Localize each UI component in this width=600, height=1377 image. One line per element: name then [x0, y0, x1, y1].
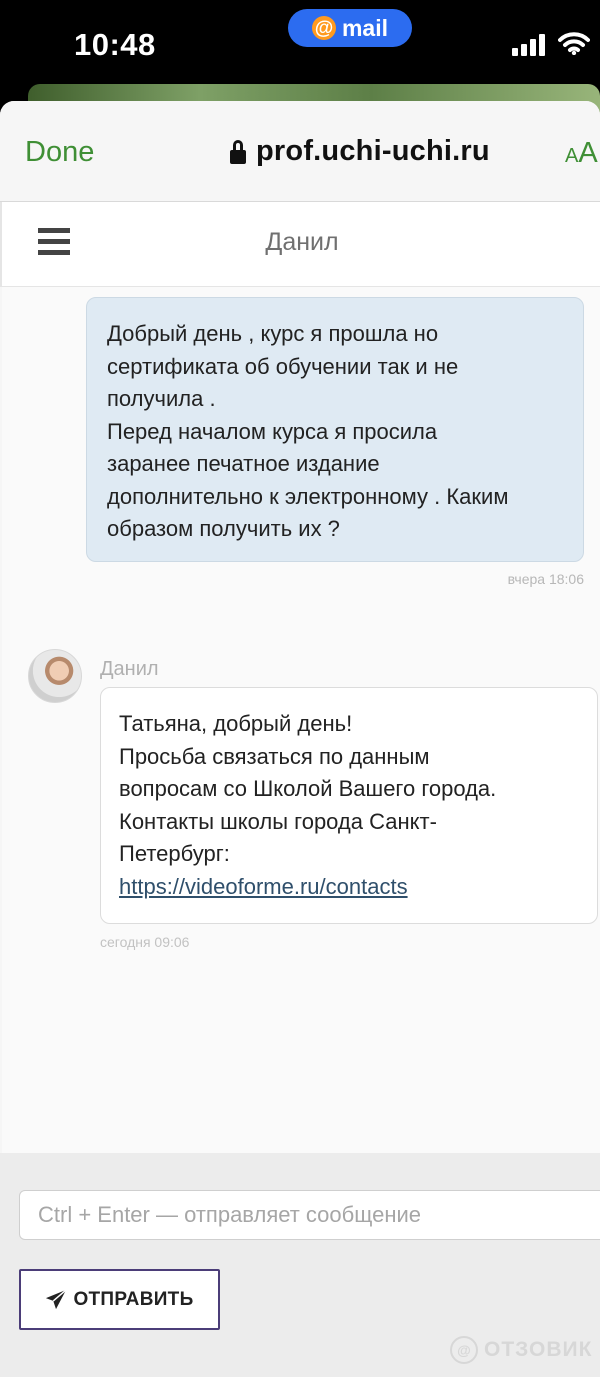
incoming-message-time: сегодня 09:06: [100, 934, 190, 950]
status-bar: 10:48 @ mail: [0, 0, 600, 84]
avatar: [28, 649, 82, 703]
message-line: Просьба связаться по данным: [119, 743, 430, 769]
outgoing-message-time: вчера 18:06: [507, 571, 584, 587]
otzovik-watermark: @ ОТЗОВИК: [450, 1336, 592, 1364]
address-bar[interactable]: prof.uchi-uchi.ru: [230, 135, 490, 168]
message-input[interactable]: [19, 1190, 600, 1240]
browser-toolbar: Done prof.uchi-uchi.ru AA: [0, 101, 600, 202]
text-size-small-glyph: A: [565, 145, 579, 167]
contacts-link[interactable]: https://videoforme.ru/contacts: [119, 871, 579, 904]
send-button-label: ОТПРАВИТЬ: [73, 1288, 194, 1310]
message-line: Петербург:: [119, 841, 230, 866]
cellular-signal-icon: [512, 34, 548, 56]
status-time: 10:48: [74, 27, 156, 62]
message-line: Контакты школы города Санкт-: [119, 808, 437, 834]
in-app-browser: Done prof.uchi-uchi.ru AA Данил Добрый д…: [0, 101, 600, 1377]
done-button[interactable]: Done: [25, 136, 94, 169]
mail-app-badge[interactable]: @ mail: [288, 9, 412, 47]
text-size-button[interactable]: AA: [565, 137, 598, 170]
mail-at-icon: @: [311, 16, 336, 40]
sender-name: Данил: [100, 658, 159, 680]
chat-title: Данил: [265, 228, 339, 256]
wifi-icon: [558, 32, 590, 55]
url-text: prof.uchi-uchi.ru: [256, 135, 490, 167]
outgoing-message: Добрый день , курс я прошла но сертифика…: [86, 297, 584, 562]
incoming-message: Татьяна, добрый день! Просьба связаться …: [100, 687, 598, 924]
watermark-icon: @: [450, 1336, 478, 1364]
message-line: Татьяна, добрый день!: [119, 711, 353, 736]
outgoing-message-text: Добрый день , курс я прошла но сертифика…: [107, 321, 509, 541]
paper-plane-icon: [46, 1288, 67, 1309]
watermark-text: ОТЗОВИК: [484, 1338, 593, 1361]
message-list[interactable]: Добрый день , курс я прошла но сертифика…: [2, 287, 600, 1153]
message-line: вопросам со Школой Вашего города.: [119, 776, 497, 801]
lock-icon: [230, 139, 246, 164]
send-button[interactable]: ОТПРАВИТЬ: [19, 1269, 220, 1330]
chat-header: Данил: [0, 202, 600, 287]
text-size-large-glyph: A: [578, 137, 598, 169]
mail-badge-label: mail: [341, 14, 389, 41]
reply-form: ОТПРАВИТЬ @ ОТЗОВИК: [0, 1153, 600, 1377]
